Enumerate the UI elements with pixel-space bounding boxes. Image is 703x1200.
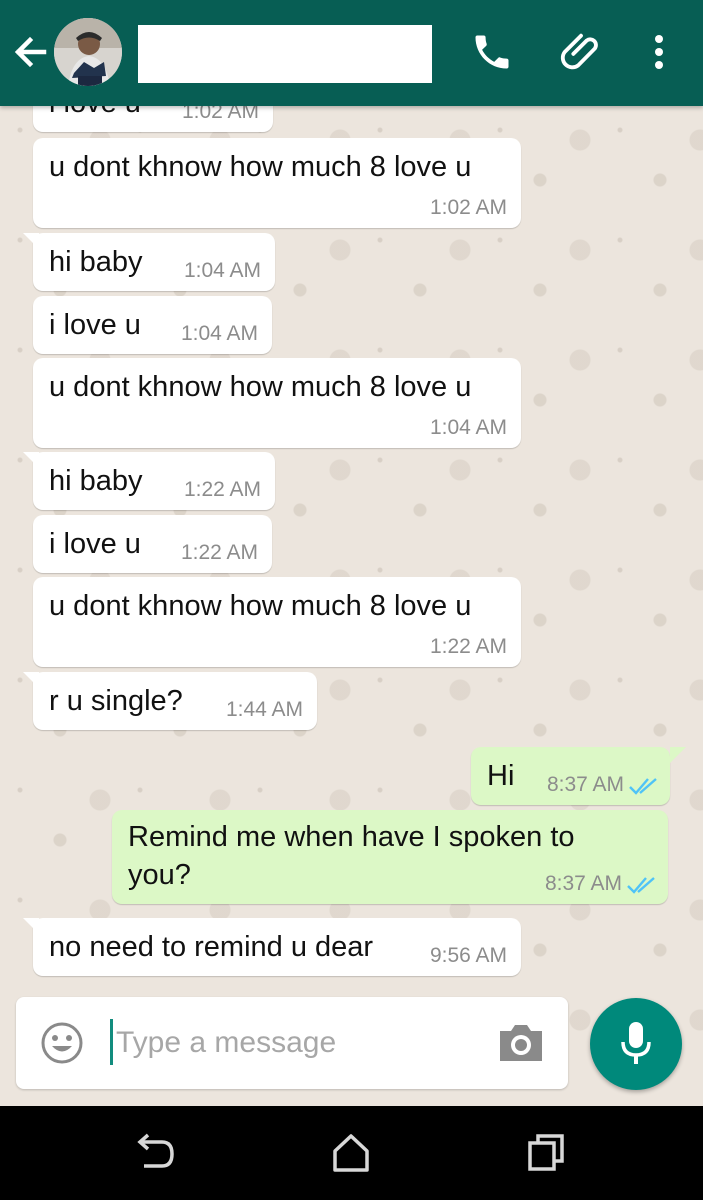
message-text: no need to remind u dear [49,931,374,963]
message-text: Hi [487,760,515,792]
nav-back-icon[interactable] [132,1132,178,1174]
message-time: 1:22 AM [183,478,261,501]
message-time: 8:37 AM [546,773,624,796]
chat-screen: i love u 1:02 AM u dont khnow how much 8… [0,0,703,1200]
message-bubble-incoming[interactable]: hi baby 1:22 AM [23,452,275,510]
nav-home-icon[interactable] [330,1131,372,1175]
camera-icon[interactable] [496,1021,546,1065]
message-time: 1:22 AM [429,635,507,658]
message-text: i love u [49,528,141,560]
read-receipt-icon [627,877,655,894]
message-text: r u single? [49,685,183,717]
read-receipt-icon [629,778,657,795]
more-vertical-icon[interactable] [645,32,673,72]
emoji-icon[interactable] [40,1021,84,1065]
message-bubble-incoming[interactable]: no need to remind u dear 9:56 AM [23,918,521,976]
message-time: 1:04 AM [429,416,507,439]
message-time: 1:02 AM [181,106,259,123]
message-bubble-incoming[interactable]: hi baby 1:04 AM [23,233,275,291]
contact-name[interactable] [138,25,432,83]
bubble-tail [23,452,39,468]
message-input[interactable] [114,1017,488,1069]
phone-icon[interactable] [470,30,514,74]
nav-recents-icon[interactable] [526,1131,566,1175]
message-composer [16,997,568,1089]
text-cursor [110,1019,113,1065]
bubble-tail [23,672,39,688]
bubble-tail [23,918,39,934]
message-time: 1:04 AM [180,322,258,345]
message-text: u dont khnow how much 8 love u [49,590,472,622]
message-time: 1:44 AM [225,698,303,721]
message-time: 9:56 AM [429,944,507,967]
message-bubble-incoming[interactable]: u dont khnow how much 8 love u 1:04 AM [33,358,521,448]
message-time: 8:37 AM [544,872,622,895]
message-text: i love u [49,106,141,121]
message-bubble-incoming[interactable]: r u single? 1:44 AM [23,672,317,730]
message-time: 1:22 AM [180,541,258,564]
contact-avatar[interactable] [54,18,122,86]
message-text: hi baby [49,246,143,278]
arrow-back-icon[interactable] [10,31,52,73]
message-bubble-incoming[interactable]: i love u 1:22 AM [33,515,272,573]
message-time: 1:04 AM [183,259,261,282]
message-list[interactable]: i love u 1:02 AM u dont khnow how much 8… [0,106,703,996]
message-text: i love u [49,309,141,341]
message-bubble-incoming[interactable]: u dont khnow how much 8 love u 1:22 AM [33,577,521,667]
chat-header [0,0,703,106]
message-bubble-incoming[interactable]: i love u 1:04 AM [33,296,272,354]
message-text-line: you? [128,859,191,891]
message-bubble-outgoing[interactable]: Hi 8:37 AM [471,747,686,805]
message-bubble-incoming[interactable]: u dont khnow how much 8 love u 1:02 AM [33,138,521,228]
message-text: hi baby [49,465,143,497]
message-bubble-incoming[interactable]: i love u 1:02 AM [33,106,273,132]
message-text: Remind me when have I spoken to you? [128,818,575,894]
message-bubble-outgoing[interactable]: Remind me when have I spoken to you? 8:3… [112,810,668,904]
paperclip-icon[interactable] [558,28,604,76]
message-text: u dont khnow how much 8 love u [49,151,472,183]
message-text: u dont khnow how much 8 love u [49,371,472,403]
bubble-tail [23,233,39,249]
message-time: 1:02 AM [429,196,507,219]
microphone-icon[interactable] [590,998,682,1090]
message-text-line: Remind me when have I spoken to [128,821,575,853]
bubble-tail [670,747,686,763]
